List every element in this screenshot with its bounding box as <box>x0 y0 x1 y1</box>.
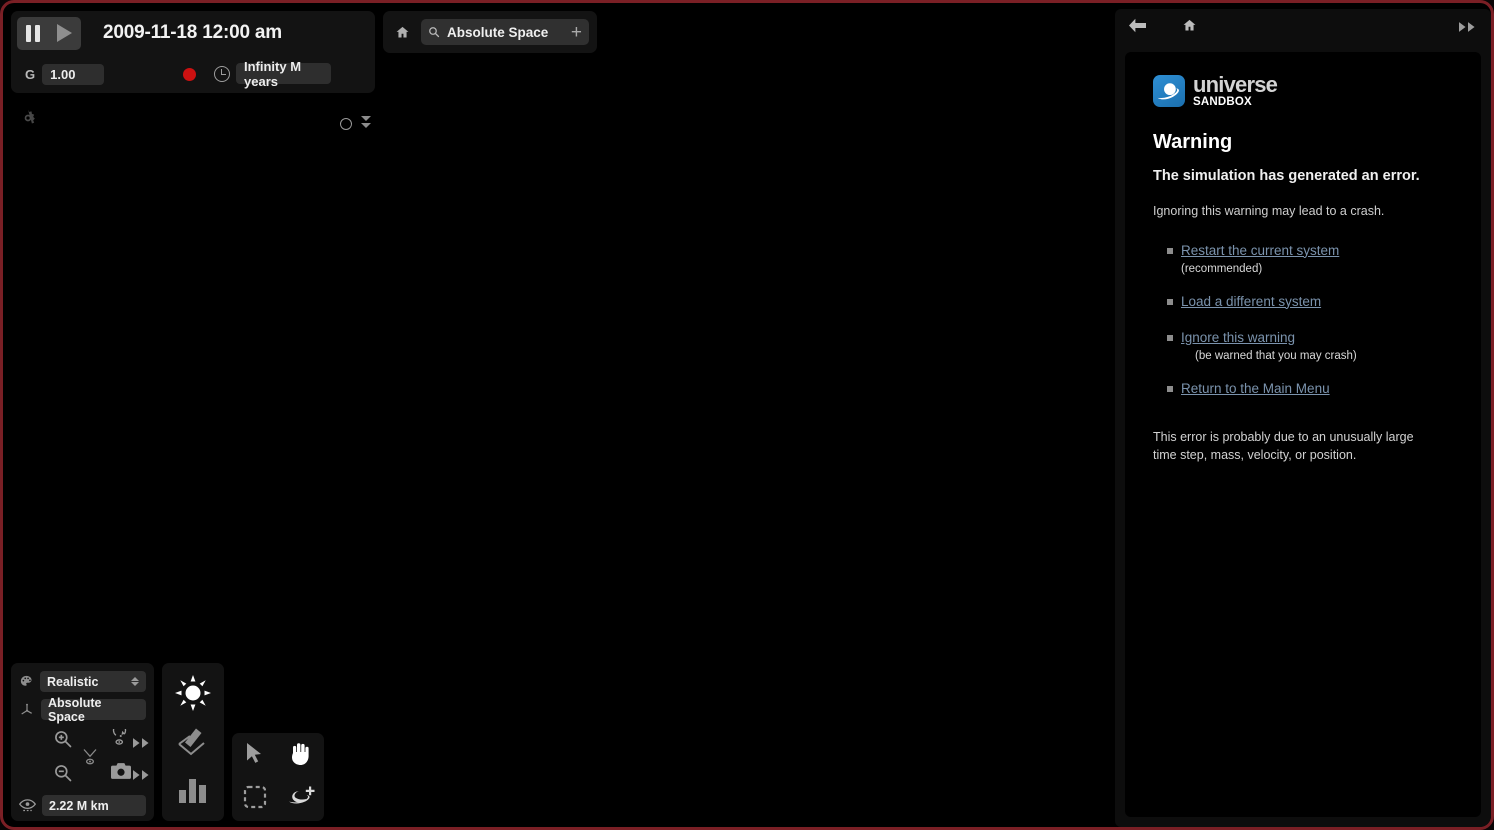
logo-wordmark: universe SANDBOX <box>1193 72 1278 109</box>
info-panel-nav <box>1115 9 1491 46</box>
pan-hand-icon[interactable] <box>288 740 314 771</box>
simulation-date: 2009-11-18 12:00 am <box>103 22 282 43</box>
simulation-control-panel: 2009-11-18 12:00 am G 1.00 Infinity M ye… <box>11 11 375 130</box>
list-item: Ignore this warning (be warned that you … <box>1153 329 1453 362</box>
universe-sandbox-window: 2009-11-18 12:00 am G 1.00 Infinity M ye… <box>0 0 1494 830</box>
sun-icon[interactable] <box>175 674 211 716</box>
render-mode-select[interactable]: Realistic <box>40 671 146 692</box>
tab-absolute-space[interactable]: Absolute Space + <box>421 19 589 45</box>
zoom-out-icon[interactable] <box>53 763 73 788</box>
double-chevron-down-icon[interactable] <box>361 116 371 128</box>
ignore-warning-hint: (be warned that you may crash) <box>1195 349 1357 362</box>
marquee-select-icon[interactable] <box>243 785 267 814</box>
warning-note: Ignoring this warning may lead to a cras… <box>1153 203 1385 218</box>
render-mode-value: Realistic <box>47 674 99 689</box>
fast-forward-icon[interactable] <box>133 735 151 753</box>
home-icon[interactable] <box>1182 18 1197 38</box>
timespan-input[interactable]: Infinity M years <box>236 59 331 89</box>
transport-buttons <box>17 16 81 50</box>
camera-icon[interactable] <box>111 763 131 784</box>
zoom-in-icon[interactable] <box>53 729 73 754</box>
load-system-link[interactable]: Load a different system <box>1181 294 1321 309</box>
warning-options-list: Restart the current system (recommended)… <box>1153 242 1453 398</box>
restart-system-link[interactable]: Restart the current system <box>1181 243 1339 258</box>
home-icon[interactable] <box>391 21 413 43</box>
display-toolbar <box>162 663 224 821</box>
list-item: Load a different system <box>1153 293 1453 311</box>
selection-toolbar <box>232 733 324 821</box>
back-arrow-icon[interactable] <box>1129 18 1146 38</box>
info-panel: universe SANDBOX Warning The simulation … <box>1115 9 1491 827</box>
cursor-arrow-icon[interactable] <box>245 742 265 769</box>
view-distance-value[interactable]: 2.22 M km <box>42 795 146 816</box>
list-item: Restart the current system (recommended) <box>1153 242 1453 275</box>
gear-icon[interactable] <box>18 108 38 128</box>
reference-frame-row: Absolute Space <box>19 696 146 724</box>
reference-frame-value[interactable]: Absolute Space <box>41 696 146 724</box>
camera-controls-grid <box>19 723 149 791</box>
logo-word-universe: universe <box>1193 72 1278 97</box>
palette-icon <box>20 675 32 686</box>
render-mode-row: Realistic <box>19 671 146 692</box>
axis-icon <box>21 703 32 715</box>
gravity-input[interactable]: 1.00 <box>42 63 105 85</box>
tab-label: Absolute Space <box>447 24 549 40</box>
universe-sandbox-logo: universe SANDBOX <box>1153 74 1453 109</box>
transport-row: 2009-11-18 12:00 am <box>11 11 375 55</box>
search-icon <box>429 27 440 38</box>
restart-system-hint: (recommended) <box>1181 262 1263 275</box>
fast-forward-icon[interactable] <box>133 767 151 785</box>
list-item: Return to the Main Menu <box>1153 380 1453 398</box>
double-chevron-right-icon[interactable] <box>1459 19 1477 37</box>
circle-outline-icon[interactable] <box>340 118 352 130</box>
play-icon[interactable] <box>57 24 73 42</box>
ringed-planet-icon <box>1153 75 1185 108</box>
view-control-panel: Realistic Absolute Space 2.22 M km <box>11 663 154 821</box>
pause-icon[interactable] <box>25 24 40 42</box>
rotate-orbit-icon[interactable] <box>111 723 129 754</box>
tab-bar: Absolute Space + <box>383 11 597 53</box>
ignore-warning-link[interactable]: Ignore this warning <box>1181 330 1295 345</box>
add-planet-icon[interactable] <box>287 785 315 814</box>
simulation-parameters-row: G 1.00 Infinity M years <box>11 55 375 130</box>
warning-subtitle: The simulation has generated an error. <box>1153 167 1420 184</box>
clock-icon <box>214 66 230 82</box>
page-title: Warning <box>1153 130 1233 153</box>
draw-pen-icon[interactable] <box>176 727 210 762</box>
warning-footer: This error is probably due to an unusual… <box>1153 429 1414 462</box>
trails-icon[interactable] <box>81 746 99 773</box>
record-dot-icon[interactable] <box>183 68 196 81</box>
warning-card: universe SANDBOX Warning The simulation … <box>1125 52 1481 817</box>
gravity-label: G <box>25 66 36 82</box>
add-tab-button[interactable]: + <box>571 23 582 42</box>
main-menu-link[interactable]: Return to the Main Menu <box>1181 381 1330 396</box>
view-distance-row: 2.22 M km <box>19 795 146 816</box>
eye-icon <box>19 799 36 812</box>
logo-word-sandbox: SANDBOX <box>1193 96 1252 108</box>
bar-chart-icon[interactable] <box>178 774 208 809</box>
spinner-updown-icon[interactable] <box>131 677 139 686</box>
